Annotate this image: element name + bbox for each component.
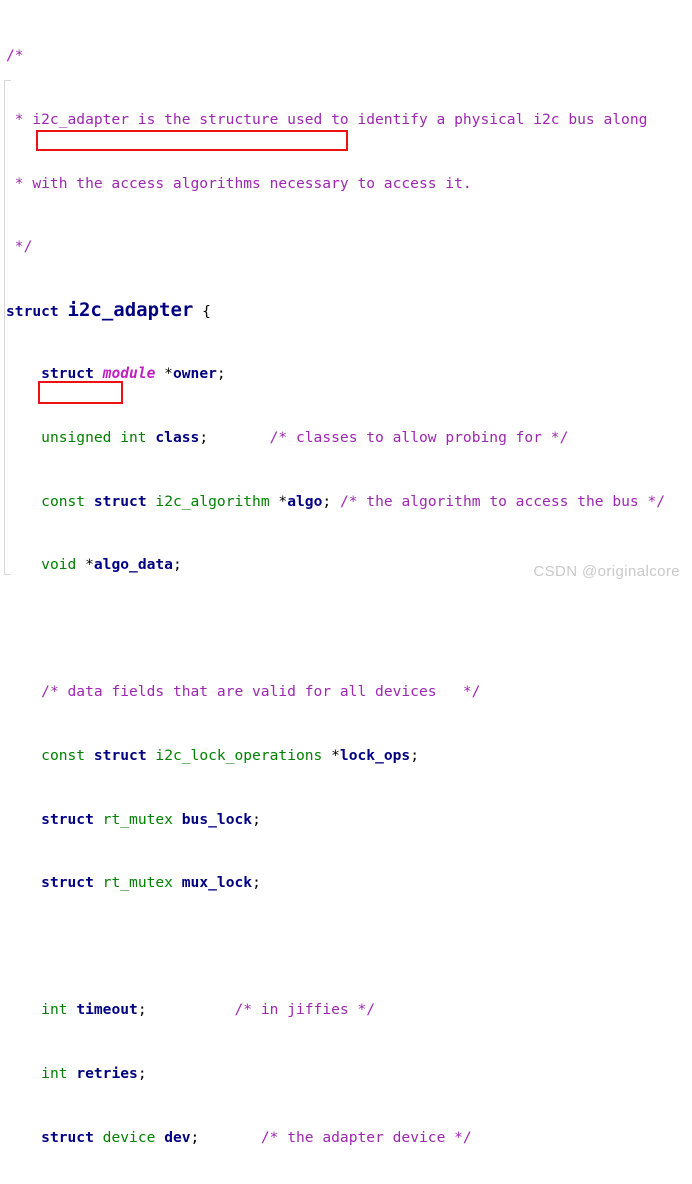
keyword-int: int [41,1064,68,1082]
code-line-17-field-retries: int retries; [41,1064,147,1082]
code-line-5-struct-header: struct i2c_adapter { [6,298,211,321]
field-bus-lock: bus_lock [181,810,253,828]
code-line-11-comment: /* data fields that are valid for all de… [6,681,665,702]
field-retries: retries [76,1064,138,1082]
keyword-const: const [41,746,86,764]
field-owner: owner [172,365,217,383]
field-lock-ops: lock_ops [339,746,411,764]
type-device: device [102,1128,156,1146]
keyword-int: int [41,1001,68,1019]
keyword-struct: struct [41,810,94,828]
keyword-struct: struct [6,302,59,320]
code-line-15-blank [6,936,665,957]
keyword-unsigned-int: unsigned int [41,428,147,446]
field-algo-data: algo_data [93,556,173,574]
code-line-8-field-algo: const struct i2c_algorithm *algo; /* the… [41,492,666,510]
comment-token: * i2c_adapter is the structure used to i… [6,111,648,128]
keyword-struct: struct [41,874,94,892]
comment-dev: /* the adapter device */ [260,1128,472,1146]
field-class: class [155,428,200,446]
type-rt-mutex: rt_mutex [102,810,173,828]
keyword-void: void [41,556,77,574]
code-line-10-blank [6,618,665,639]
comment-token: * with the access algorithms necessary t… [6,174,472,192]
field-dev: dev [164,1128,191,1146]
keyword-struct: struct [41,365,94,383]
watermark: CSDN @originalcore [533,563,680,580]
code-line-3: * with the access algorithms necessary t… [6,173,665,194]
code-viewer: /* * i2c_adapter is the structure used t… [0,0,692,1146]
type-rt-mutex: rt_mutex [102,874,173,892]
code-line-14-field-mux-lock: struct rt_mutex mux_lock; [41,874,261,892]
code-line-6-field-owner: struct module *owner; [41,365,226,383]
code-line-18-field-dev: struct device dev; /* the adapter device… [41,1128,472,1146]
keyword-struct: struct [41,1128,94,1146]
struct-name: i2c_adapter [67,298,194,321]
comment-token: */ [6,238,33,256]
code-line-13-field-bus-lock: struct rt_mutex bus_lock; [41,810,261,828]
comment-class: /* classes to allow probing for */ [269,428,569,446]
type-module: module [102,365,156,383]
code-line-4: */ [6,236,665,257]
keyword-struct: struct [93,746,147,764]
comment-token: /* [6,47,24,65]
keyword-const: const [41,492,86,510]
source-code-block: /* * i2c_adapter is the structure used t… [0,0,665,1184]
comment-data-fields: /* data fields that are valid for all de… [41,683,481,701]
code-line-7-field-class: unsigned int class; /* classes to allow … [41,428,569,446]
comment-timeout: /* in jiffies */ [234,1001,376,1019]
code-line-12-field-lock-ops: const struct i2c_lock_operations *lock_o… [41,746,420,764]
code-line-16-field-timeout: int timeout; /* in jiffies */ [41,1001,376,1019]
code-line-2: * i2c_adapter is the structure used to i… [6,109,665,130]
keyword-struct: struct [93,492,147,510]
code-line-1: /* [6,45,665,66]
comment-algo: /* the algorithm to access the bus */ [339,492,666,510]
field-mux-lock: mux_lock [181,874,253,892]
field-algo: algo [287,492,323,510]
type-i2c-algorithm: i2c_algorithm [155,492,270,510]
field-timeout: timeout [76,1001,138,1019]
type-i2c-lock-operations: i2c_lock_operations [155,746,323,764]
